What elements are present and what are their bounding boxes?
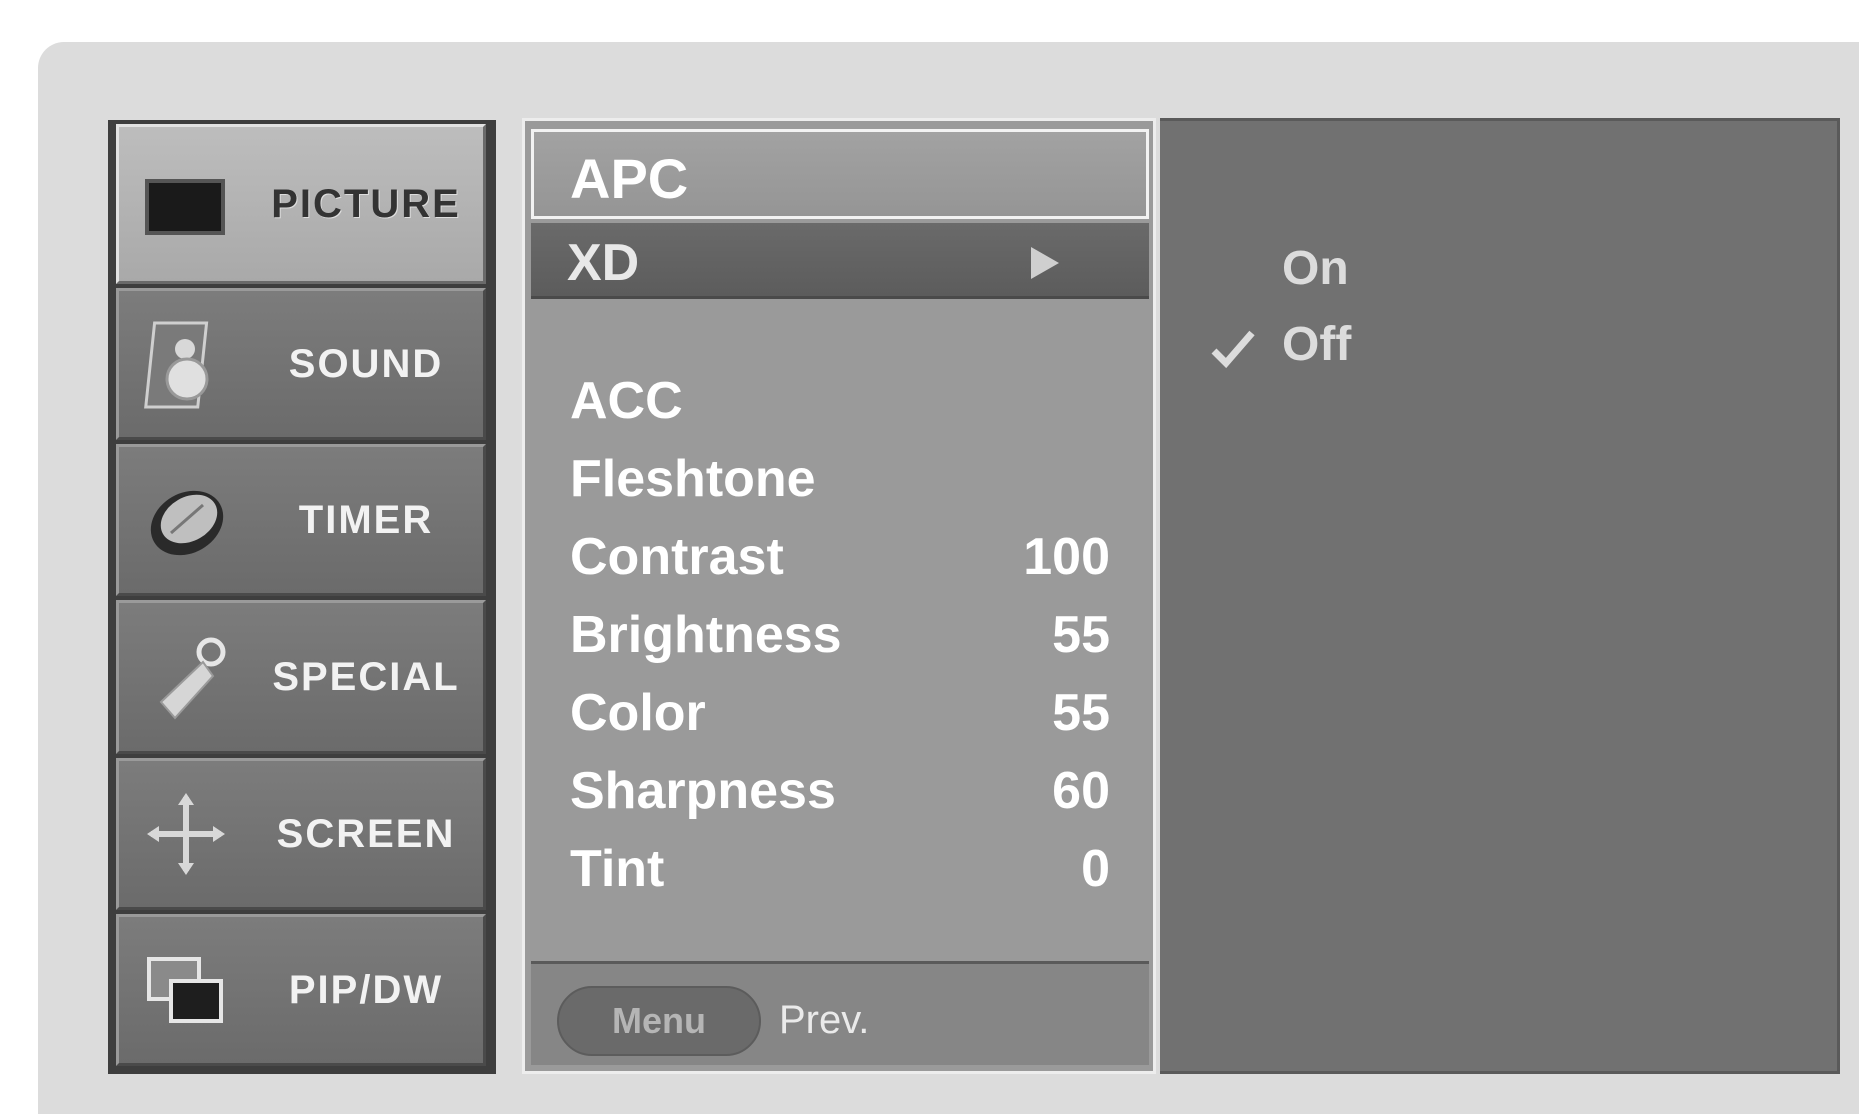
sidebar-item-timer[interactable]: TIMER (116, 444, 486, 596)
picture-icon (145, 179, 225, 235)
sidebar-item-screen[interactable]: SCREEN (116, 758, 486, 910)
sound-icon (144, 321, 209, 409)
sidebar-item-sound[interactable]: SOUND (116, 288, 486, 440)
screen-icon (147, 793, 225, 875)
menu-item-value: 60 (1052, 762, 1110, 820)
selected-item-label: XD (567, 234, 640, 292)
arrow-right-icon (1031, 247, 1059, 279)
option-off[interactable]: Off (1282, 317, 1351, 372)
menu-item-label: Contrast (570, 528, 784, 586)
prev-hint: Prev. (779, 998, 870, 1042)
menu-title-label: APC (570, 147, 689, 210)
sidebar-item-label: SCREEN (276, 811, 456, 856)
menu-item-brightness[interactable]: Brightness 55 (570, 605, 1110, 675)
menu-item-value: 55 (1052, 684, 1110, 742)
menu-item-value: 0 (1081, 840, 1110, 898)
sidebar-item-label: SPECIAL (272, 654, 460, 699)
menu-item-label: Sharpness (570, 762, 836, 820)
menu-item-contrast[interactable]: Contrast 100 (570, 527, 1110, 597)
timer-icon (150, 490, 224, 556)
menu-item-color[interactable]: Color 55 (570, 683, 1110, 753)
menu-item-label: Color (570, 684, 706, 742)
menu-item-label: Fleshtone (570, 450, 816, 508)
menu-button[interactable]: Menu (557, 986, 761, 1056)
menu-item-value: 55 (1052, 606, 1110, 664)
menu-footer: Menu Prev. (531, 961, 1149, 1065)
menu-item-fleshtone[interactable]: Fleshtone (570, 449, 1110, 519)
menu-item-value: 100 (1023, 528, 1110, 586)
menu-item-acc[interactable]: ACC (570, 371, 1110, 441)
checkmark-icon (1211, 330, 1255, 369)
menu-item-sharpness[interactable]: Sharpness 60 (570, 761, 1110, 831)
menu-item-tint[interactable]: Tint 0 (570, 839, 1110, 909)
menu-item-label: Brightness (570, 606, 842, 664)
sidebar-item-label: PICTURE (271, 181, 461, 226)
sidebar-item-special[interactable]: SPECIAL (116, 600, 486, 754)
menu-item-xd-selected[interactable]: XD (531, 223, 1149, 299)
category-sidebar: PICTURE SOUND TIMER SPECIAL SCREEN PIP/D… (108, 120, 496, 1074)
menu-item-apc[interactable]: APC (531, 129, 1149, 219)
special-icon (159, 637, 226, 720)
pip-icon (147, 957, 223, 1023)
sidebar-item-label: TIMER (298, 497, 434, 542)
sidebar-item-pip[interactable]: PIP/DW (116, 914, 486, 1066)
xd-submenu-panel: On Off (1160, 118, 1840, 1074)
option-on[interactable]: On (1282, 241, 1349, 296)
menu-item-label: Tint (570, 840, 665, 898)
picture-menu: APC XD ACC Fleshtone Contrast 100 Bright… (522, 118, 1156, 1074)
menu-item-label: ACC (570, 372, 683, 430)
sidebar-item-label: SOUND (288, 341, 444, 386)
sidebar-item-label: PIP/DW (288, 967, 444, 1012)
sidebar-item-picture[interactable]: PICTURE (116, 124, 486, 284)
